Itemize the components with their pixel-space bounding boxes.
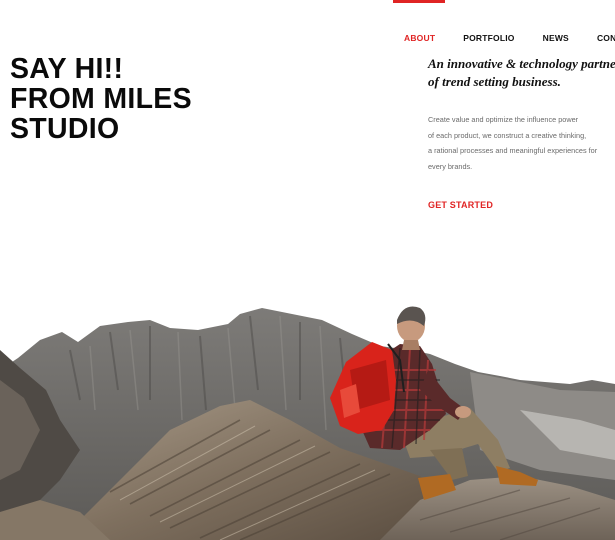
main-navigation: ABOUT PORTFOLIO NEWS CONTA <box>404 33 615 43</box>
hero-title-line: FROM MILES <box>10 83 192 115</box>
tagline: An innovative & technology partner of tr… <box>428 55 615 91</box>
nav-item-portfolio[interactable]: PORTFOLIO <box>463 33 514 43</box>
description-line: every brands. <box>428 161 473 171</box>
active-nav-indicator <box>393 0 445 3</box>
hero-title: SAY HI!! FROM MILES STUDIO <box>10 54 192 144</box>
description-line: of each product, we construct a creative… <box>428 130 587 140</box>
hero-title-line: STUDIO <box>10 113 120 145</box>
description-line: Create value and optimize the influence … <box>428 115 579 124</box>
nav-item-news[interactable]: NEWS <box>543 33 569 43</box>
nav-item-about[interactable]: ABOUT <box>404 33 435 43</box>
tagline-line: An innovative & technology partner <box>428 56 615 71</box>
get-started-link[interactable]: GET STARTED <box>428 200 493 210</box>
hero-title-line: SAY HI!! <box>10 53 124 85</box>
nav-item-contact[interactable]: CONTA <box>597 33 615 43</box>
tagline-line: of trend setting business. <box>428 74 561 89</box>
description: Create value and optimize the influence … <box>428 112 597 174</box>
hero-image-hiker-on-mountain <box>0 280 615 540</box>
description-line: a rational processes and meaningful expe… <box>428 146 598 155</box>
